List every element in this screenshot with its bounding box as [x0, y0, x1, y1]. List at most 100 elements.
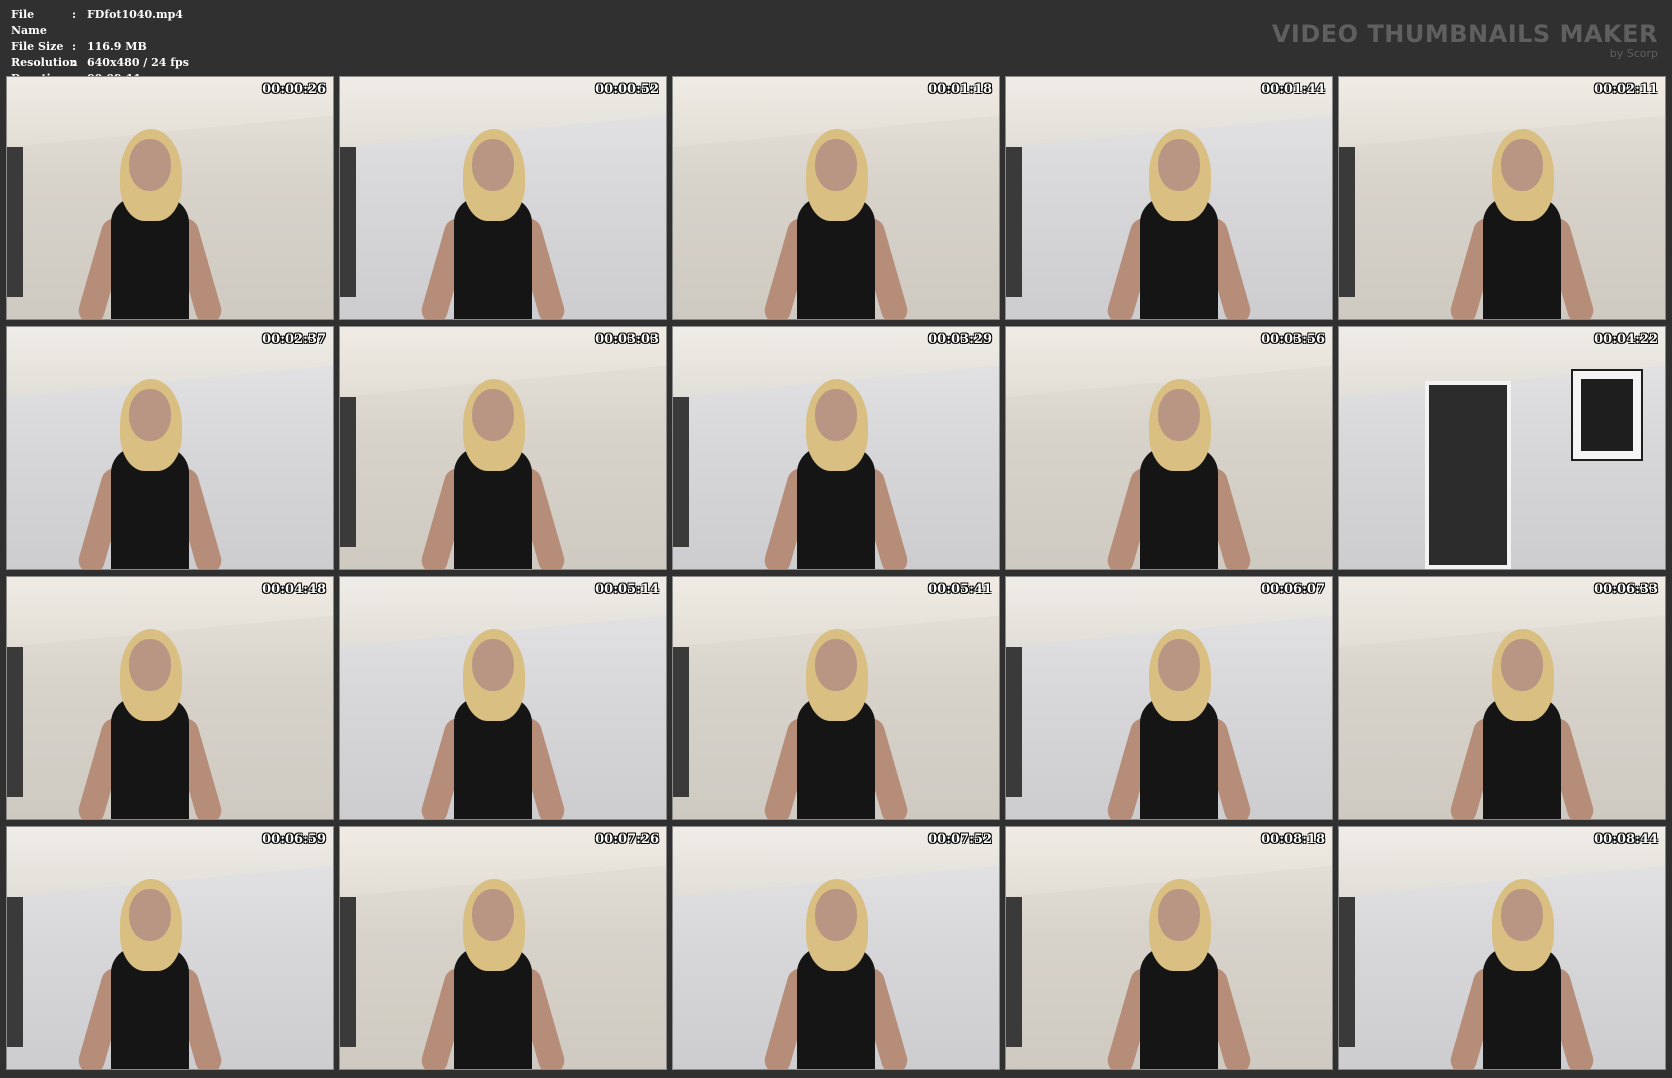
person-figure — [1104, 109, 1254, 319]
person-figure — [418, 609, 568, 819]
curtain-shape — [7, 647, 23, 797]
thumbnail-timestamp: 00:07:26 — [595, 832, 659, 847]
person-figure — [1104, 359, 1254, 569]
video-thumbnail[interactable]: 00:08:18 — [1005, 826, 1333, 1070]
curtain-shape — [1006, 647, 1022, 797]
video-thumbnail[interactable]: 00:03:56 — [1005, 326, 1333, 570]
video-thumbnail[interactable]: 00:06:33 — [1338, 576, 1666, 820]
face-shape — [1157, 639, 1200, 691]
video-thumbnail[interactable]: 00:03:29 — [672, 326, 1000, 570]
video-thumbnail[interactable]: 00:00:52 — [339, 76, 667, 320]
video-thumbnail[interactable]: 00:08:44 — [1338, 826, 1666, 1070]
person-figure — [1447, 859, 1597, 1069]
curtain-shape — [7, 147, 23, 297]
thumbnail-timestamp: 00:06:07 — [1261, 582, 1325, 597]
video-thumbnail[interactable]: 00:07:52 — [672, 826, 1000, 1070]
person-figure — [1104, 859, 1254, 1069]
video-thumbnail[interactable]: 00:01:44 — [1005, 76, 1333, 320]
video-thumbnail[interactable]: 00:05:41 — [672, 576, 1000, 820]
face-shape — [472, 139, 515, 191]
curtain-shape — [1339, 147, 1355, 297]
face-shape — [129, 139, 172, 191]
person-figure — [761, 609, 911, 819]
thumbnail-grid: 00:00:26 00:00:52 00:01:18 00:01:44 00:02:11… — [6, 76, 1666, 1070]
video-thumbnail[interactable]: 00:02:11 — [1338, 76, 1666, 320]
video-thumbnail[interactable]: 00:07:26 — [339, 826, 667, 1070]
person-figure — [75, 109, 225, 319]
person-figure — [75, 859, 225, 1069]
thumbnail-timestamp: 00:05:41 — [928, 582, 992, 597]
thumbnail-timestamp: 00:07:52 — [928, 832, 992, 847]
thumbnail-timestamp: 00:03:56 — [1261, 332, 1325, 347]
file-name-value: FDfot1040.mp4 — [87, 8, 183, 21]
person-figure — [761, 859, 911, 1069]
face-shape — [472, 639, 515, 691]
file-size-label: File Size — [11, 40, 64, 53]
person-figure — [418, 859, 568, 1069]
resolution-value: 640x480 / 24 fps — [87, 56, 189, 69]
person-figure — [761, 359, 911, 569]
separator: : — [72, 40, 77, 53]
video-thumbnail[interactable]: 00:06:07 — [1005, 576, 1333, 820]
video-thumbnail[interactable]: 00:04:22 — [1338, 326, 1666, 570]
face-shape — [1500, 639, 1543, 691]
brand-title: VIDEO THUMBNAILS MAKER — [1271, 20, 1658, 48]
video-thumbnail[interactable]: 00:00:26 — [6, 76, 334, 320]
file-size-row: File Size : 116.9 MB — [11, 39, 189, 55]
face-shape — [472, 889, 515, 941]
thumbnail-timestamp: 00:01:44 — [1261, 82, 1325, 97]
curtain-shape — [7, 897, 23, 1047]
face-shape — [1157, 389, 1200, 441]
video-thumbnail[interactable]: 00:01:18 — [672, 76, 1000, 320]
video-thumbnail[interactable]: 00:06:59 — [6, 826, 334, 1070]
thumbnail-timestamp: 00:04:22 — [1594, 332, 1658, 347]
thumbnail-timestamp: 00:05:14 — [595, 582, 659, 597]
brand-subtitle: by Scorp — [1609, 47, 1658, 60]
curtain-shape — [673, 397, 689, 547]
video-thumbnail[interactable]: 00:04:48 — [6, 576, 334, 820]
person-figure — [75, 359, 225, 569]
thumbnail-timestamp: 00:04:48 — [262, 582, 326, 597]
curtain-shape — [1006, 897, 1022, 1047]
thumbnail-timestamp: 00:06:33 — [1594, 582, 1658, 597]
separator: : — [72, 56, 77, 69]
person-figure — [418, 109, 568, 319]
separator: : — [72, 8, 77, 21]
face-shape — [815, 639, 857, 691]
thumbnail-timestamp: 00:00:52 — [595, 82, 659, 97]
video-thumbnail[interactable]: 00:03:03 — [339, 326, 667, 570]
thumbnail-timestamp: 00:03:03 — [595, 332, 659, 347]
face-shape — [815, 389, 857, 441]
face-shape — [129, 889, 172, 941]
file-info-panel: File Name : FDfot1040.mp4 File Size : 11… — [11, 7, 189, 87]
watermark-brand: VIDEO THUMBNAILS MAKER by Scorp — [1272, 20, 1658, 60]
video-thumbnail[interactable]: 00:05:14 — [339, 576, 667, 820]
resolution-label: Resolution — [11, 56, 78, 69]
curtain-shape — [340, 147, 356, 297]
person-figure — [1104, 609, 1254, 819]
face-shape — [129, 389, 172, 441]
curtain-shape — [1339, 897, 1355, 1047]
resolution-row: Resolution : 640x480 / 24 fps — [11, 55, 189, 71]
face-shape — [1500, 139, 1543, 191]
file-size-value: 116.9 MB — [87, 40, 147, 53]
face-shape — [815, 889, 857, 941]
face-shape — [1157, 889, 1200, 941]
person-figure — [1447, 609, 1597, 819]
thumbnail-timestamp: 00:06:59 — [262, 832, 326, 847]
thumbnail-timestamp: 00:03:29 — [928, 332, 992, 347]
person-figure — [761, 109, 911, 319]
thumbnail-timestamp: 00:08:44 — [1594, 832, 1658, 847]
video-thumbnail[interactable]: 00:02:37 — [6, 326, 334, 570]
thumbnail-timestamp: 00:00:26 — [262, 82, 326, 97]
thumbnail-timestamp: 00:02:11 — [1594, 82, 1658, 97]
file-name-label: File Name — [11, 8, 47, 37]
curtain-shape — [673, 647, 689, 797]
face-shape — [1500, 889, 1543, 941]
person-figure — [75, 609, 225, 819]
face-shape — [1157, 139, 1200, 191]
thumbnail-timestamp: 00:02:37 — [262, 332, 326, 347]
person-figure — [418, 359, 568, 569]
file-name-row: File Name : FDfot1040.mp4 — [11, 7, 189, 39]
wall-picture-shape — [1571, 369, 1643, 461]
